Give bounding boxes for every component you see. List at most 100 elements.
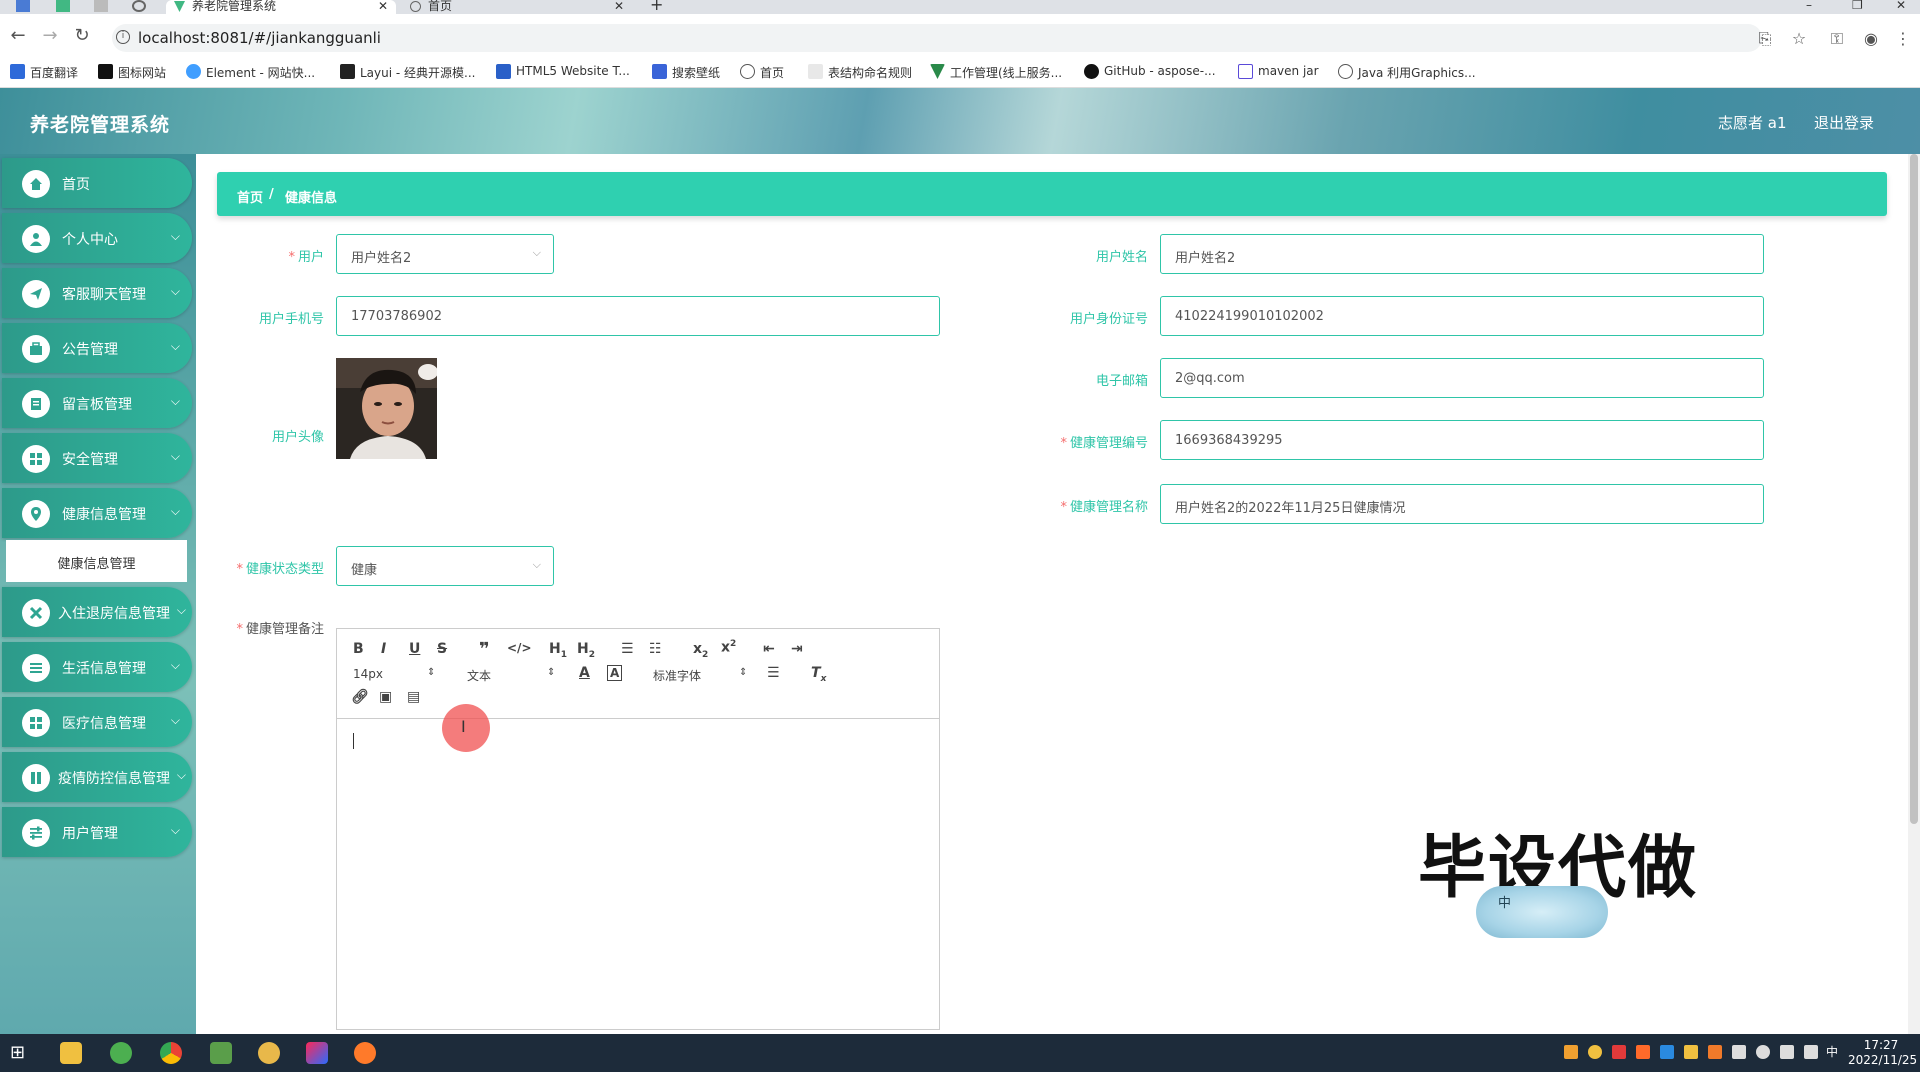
pinned-tab-icon[interactable] <box>94 0 108 12</box>
strike-icon[interactable]: S <box>437 641 447 657</box>
browser-360-icon[interactable] <box>110 1042 132 1064</box>
bookmark-item[interactable]: 首页 <box>740 64 784 81</box>
tray-volume-icon[interactable] <box>1780 1045 1794 1059</box>
sidebar-item-checkin[interactable]: 入住退房信息管理 ⌵ <box>2 587 192 637</box>
health-no-field[interactable]: 1669368439295 <box>1160 420 1764 460</box>
sidebar-item-message-board[interactable]: 留言板管理 ⌵ <box>2 378 192 428</box>
sidebar-item-medical[interactable]: 医疗信息管理 ⌵ <box>2 697 192 747</box>
minimize-icon[interactable]: – <box>1806 0 1812 11</box>
superscript-icon[interactable]: x2 <box>721 639 736 656</box>
bookmark-item[interactable]: 表结构命名规则 <box>808 64 912 81</box>
outdent-icon[interactable]: ⇤ <box>763 641 775 657</box>
health-name-field[interactable]: 用户姓名2的2022年11月25日健康情况 <box>1160 484 1764 524</box>
bold-icon[interactable]: B <box>353 641 364 657</box>
font-color-icon[interactable]: A <box>579 665 590 681</box>
close-icon[interactable]: ✕ <box>614 0 624 12</box>
user-avatar-image[interactable] <box>336 358 437 459</box>
sidebar-item-health[interactable]: 健康信息管理 ⌵ <box>2 488 192 538</box>
link-icon[interactable]: 🔗︎ <box>351 689 369 705</box>
underline-icon[interactable]: U <box>409 641 420 657</box>
sidebar-item-security[interactable]: 安全管理 ⌵ <box>2 433 192 483</box>
key-icon[interactable]: ⚿ <box>1828 30 1846 48</box>
pinned-tab-vue-icon[interactable] <box>56 0 70 12</box>
background-color-icon[interactable]: A <box>607 665 623 681</box>
app-icon[interactable] <box>354 1042 376 1064</box>
tray-icon[interactable] <box>1636 1045 1650 1059</box>
ordered-list-icon[interactable]: ☰ <box>621 641 634 657</box>
close-icon[interactable]: ✕ <box>378 0 388 12</box>
italic-icon[interactable]: I <box>381 641 386 657</box>
clear-format-icon[interactable]: Tx <box>811 665 826 684</box>
bookmark-item[interactable]: Element - 网站快... <box>186 64 315 81</box>
tray-icon[interactable] <box>1564 1045 1578 1059</box>
subscript-icon[interactable]: x2 <box>693 641 708 660</box>
sidebar-item-epidemic[interactable]: 疫情防控信息管理 ⌵ <box>2 752 192 802</box>
font-size-select[interactable]: 14px ⇕ <box>353 667 439 681</box>
tray-icon[interactable] <box>1660 1045 1674 1059</box>
logout-link[interactable]: 退出登录 <box>1814 112 1874 133</box>
close-window-icon[interactable]: ✕ <box>1896 0 1906 11</box>
code-icon[interactable]: </> <box>507 641 532 655</box>
tray-shield-icon[interactable] <box>1684 1045 1698 1059</box>
tray-icon[interactable] <box>1708 1045 1722 1059</box>
info-icon[interactable]: i <box>116 30 130 44</box>
bullet-list-icon[interactable]: ☷ <box>649 641 662 657</box>
tray-wifi-icon[interactable] <box>1804 1045 1818 1059</box>
tray-network-icon[interactable] <box>1756 1045 1770 1059</box>
tab-nursing-home[interactable]: 养老院管理系统 ✕ <box>166 0 396 14</box>
sidebar-item-notice[interactable]: 公告管理 ⌵ <box>2 323 192 373</box>
forward-icon[interactable]: → <box>40 25 60 46</box>
tray-icon[interactable] <box>1612 1045 1626 1059</box>
h1-icon[interactable]: H1 <box>549 641 567 660</box>
sidebar-item-users[interactable]: 用户管理 ⌵ <box>2 807 192 857</box>
pinned-tab-icon[interactable] <box>16 0 30 12</box>
sidebar-item-chat[interactable]: 客服聊天管理 ⌵ <box>2 268 192 318</box>
font-family-select[interactable]: 标准字体 ⇕ <box>653 667 747 684</box>
windows-start-icon[interactable]: ⊞ <box>10 1042 32 1064</box>
ime-floating-indicator[interactable]: 中 <box>1476 886 1608 938</box>
scrollbar-thumb[interactable] <box>1910 154 1918 824</box>
bookmark-item[interactable]: 工作管理(线上服务... <box>930 64 1062 81</box>
bookmark-item[interactable]: 图标网站 <box>98 64 166 81</box>
user-select[interactable]: 用户姓名2 ⌵ <box>336 234 554 274</box>
align-icon[interactable]: ☰ <box>767 665 780 681</box>
bookmark-item[interactable]: Layui - 经典开源模... <box>340 64 475 81</box>
translate-icon[interactable]: ⎘ <box>1756 30 1774 48</box>
back-icon[interactable]: ← <box>8 25 28 46</box>
username-field[interactable]: 用户姓名2 <box>1160 234 1764 274</box>
bookmark-item[interactable]: Java 利用Graphics... <box>1338 64 1476 81</box>
submenu-item-health-info[interactable]: 健康信息管理 <box>6 540 187 582</box>
bookmark-item[interactable]: 搜索壁纸 <box>652 64 720 81</box>
tray-battery-icon[interactable] <box>1732 1045 1746 1059</box>
page-scrollbar[interactable] <box>1908 154 1920 1034</box>
h2-icon[interactable]: H2 <box>577 641 595 660</box>
sidebar-item-personal-center[interactable]: 个人中心 ⌵ <box>2 213 192 263</box>
notepad-icon[interactable] <box>210 1042 232 1064</box>
reload-icon[interactable]: ↻ <box>72 25 92 46</box>
image-icon[interactable]: ▣ <box>379 689 392 705</box>
bookmark-item[interactable]: 百度翻译 <box>10 64 78 81</box>
bookmark-star-icon[interactable]: ☆ <box>1790 30 1808 48</box>
email-field[interactable]: 2@qq.com <box>1160 358 1764 398</box>
tray-search-icon[interactable] <box>1588 1045 1602 1059</box>
breadcrumb-home[interactable]: 首页 <box>237 187 263 206</box>
status-type-select[interactable]: 健康 ⌵ <box>336 546 554 586</box>
idcard-field[interactable]: 410224199010102002 <box>1160 296 1764 336</box>
bookmark-item[interactable]: HTML5 Website T... <box>496 64 630 79</box>
chrome-icon[interactable] <box>160 1042 182 1064</box>
sidebar-item-life[interactable]: 生活信息管理 ⌵ <box>2 642 192 692</box>
phone-field[interactable]: 17703786902 <box>336 296 940 336</box>
blockquote-icon[interactable]: ❞ <box>479 639 490 660</box>
sidebar-item-home[interactable]: 首页 <box>2 158 192 208</box>
new-tab-icon[interactable]: + <box>650 0 663 13</box>
profile-icon[interactable]: ◉ <box>1862 30 1880 48</box>
tab-home[interactable]: 首页 ✕ <box>402 0 632 14</box>
tray-ime[interactable]: 中 <box>1826 1045 1840 1059</box>
pinned-tab-globe-icon[interactable] <box>132 0 146 12</box>
bookmark-item[interactable]: maven jar <box>1238 64 1319 79</box>
indent-icon[interactable]: ⇥ <box>791 641 803 657</box>
restore-icon[interactable]: ❐ <box>1852 0 1863 11</box>
url-field[interactable]: i localhost:8081/#/jiankangguanli <box>112 24 1762 52</box>
intellij-icon[interactable] <box>306 1042 328 1064</box>
header-select[interactable]: 文本 ⇕ <box>467 667 555 684</box>
